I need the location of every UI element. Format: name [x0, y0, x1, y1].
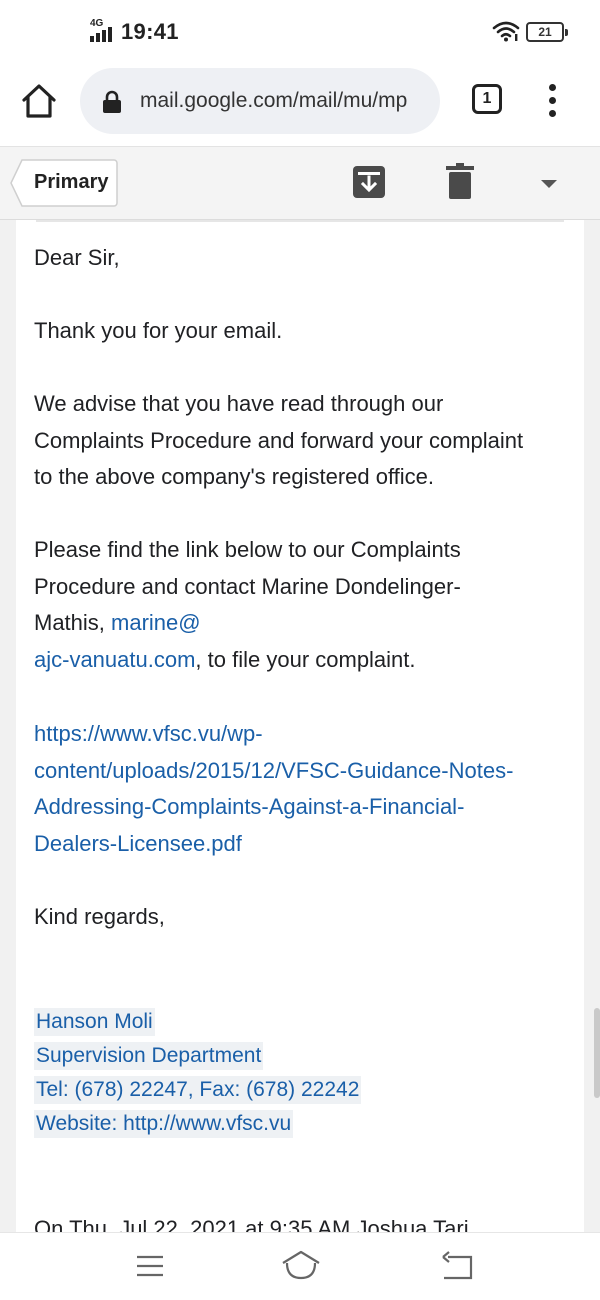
- address-bar[interactable]: mail.google.com/mail/mu/mp: [80, 68, 440, 134]
- back-nav-icon[interactable]: [440, 1251, 474, 1281]
- recent-apps-icon[interactable]: [136, 1255, 164, 1277]
- primary-label: Primary: [34, 171, 109, 193]
- browser-menu-icon[interactable]: [538, 82, 568, 120]
- battery-indicator: 21: [526, 22, 568, 42]
- email-link-marine-part1[interactable]: marine@: [111, 610, 201, 635]
- signature-phone: Tel: (678) 22247, Fax: (678) 22242: [34, 1076, 362, 1104]
- system-nav-bar: [0, 1232, 600, 1300]
- lock-icon: [103, 90, 121, 113]
- tab-switcher-button[interactable]: 1: [472, 84, 502, 114]
- email-paragraph-3: Please find the link below to our Compla…: [34, 537, 461, 672]
- network-type: 4G: [90, 18, 104, 29]
- email-paragraph-1: Thank you for your email.: [34, 318, 283, 343]
- complaints-procedure-link[interactable]: https://www.vfsc.vu/wp- content/uploads/…: [34, 716, 574, 862]
- signature-website[interactable]: Website: http://www.vfsc.vu: [34, 1110, 294, 1138]
- cell-signal-icon: 4G: [90, 18, 116, 42]
- email-greeting: Dear Sir,: [34, 245, 120, 270]
- browser-toolbar: mail.google.com/mail/mu/mp 1: [0, 62, 600, 146]
- status-bar: 4G 19:41 21: [0, 0, 600, 62]
- scrollbar-thumb[interactable]: [594, 1008, 600, 1098]
- message-viewport: Dear Sir, Thank you for your email. We a…: [0, 220, 600, 1232]
- email-paragraph-2: We advise that you have read through our…: [34, 391, 524, 489]
- home-icon[interactable]: [18, 80, 60, 122]
- signature-department: Supervision Department: [34, 1042, 264, 1070]
- gmail-action-bar: Primary: [0, 146, 600, 220]
- more-options-icon[interactable]: [538, 177, 560, 191]
- email-link-marine-part2[interactable]: ajc-vanuatu.com: [34, 647, 195, 672]
- archive-icon[interactable]: [352, 165, 386, 199]
- quoted-header-line: On Thu, Jul 22, 2021 at 9:35 AM Joshua T…: [34, 1216, 469, 1232]
- status-time: 19:41: [121, 19, 179, 44]
- url-text[interactable]: mail.google.com/mail/mu/mp: [140, 89, 428, 113]
- delete-icon[interactable]: [446, 163, 474, 199]
- email-closing: Kind regards,: [34, 904, 165, 929]
- signature-name: Hanson Moli: [34, 1008, 155, 1036]
- email-card: Dear Sir, Thank you for your email. We a…: [16, 220, 584, 1232]
- wifi-icon: [492, 21, 520, 42]
- home-nav-icon[interactable]: [280, 1249, 322, 1281]
- divider: [36, 220, 564, 222]
